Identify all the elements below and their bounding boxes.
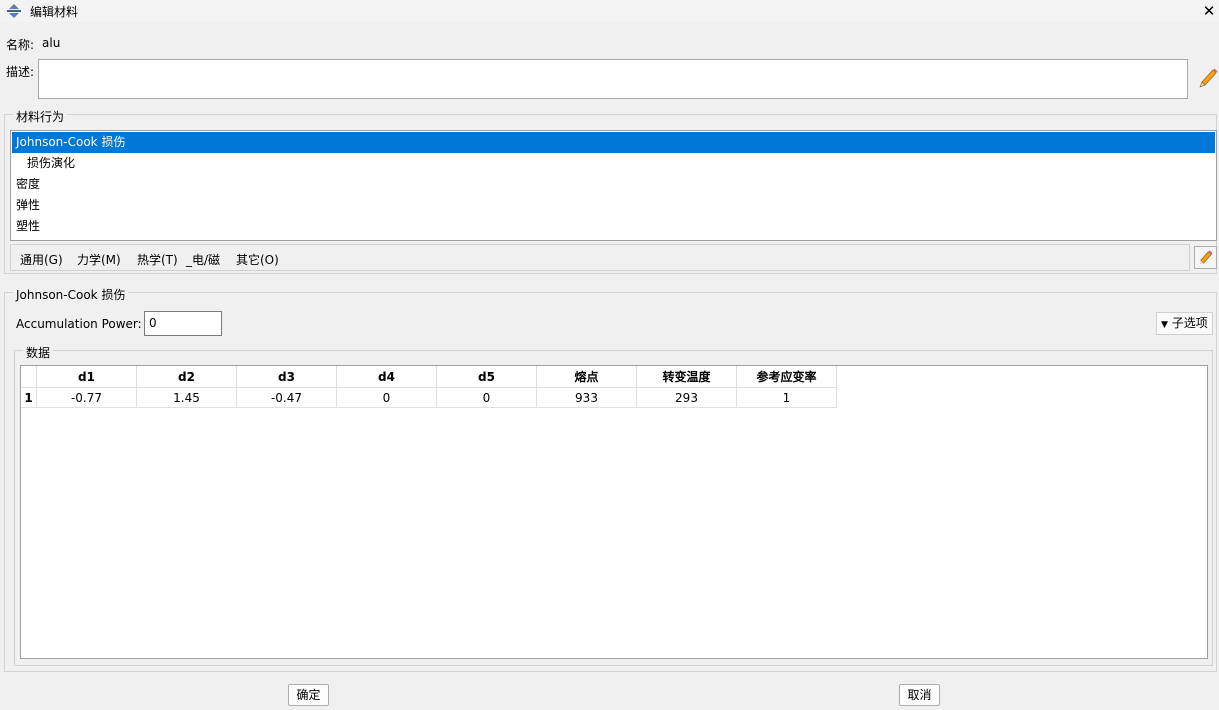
column-header-d1[interactable]: d1: [37, 366, 137, 388]
suboptions-button[interactable]: ▼ 子选项: [1156, 312, 1213, 335]
behavior-item-plastic[interactable]: 塑性: [12, 216, 1215, 237]
accumulation-power-label: Accumulation Power:: [16, 317, 142, 331]
menu-other[interactable]: 其它(O): [236, 251, 279, 268]
table-cell[interactable]: -0.47: [237, 388, 337, 408]
column-header-ref-strain-rate[interactable]: 参考应变率: [737, 366, 837, 388]
column-header-melting-point[interactable]: 熔点: [537, 366, 637, 388]
table-cell[interactable]: 0: [337, 388, 437, 408]
menu-thermal[interactable]: 热学(T): [137, 251, 178, 268]
column-header-d5[interactable]: d5: [437, 366, 537, 388]
behavior-item-damage-evolution[interactable]: 损伤演化: [12, 153, 1215, 174]
accumulation-power-input[interactable]: 0: [144, 311, 222, 336]
behavior-item-elastic[interactable]: 弹性: [12, 195, 1215, 216]
erase-behavior-button[interactable]: [1194, 246, 1217, 269]
behavior-item-jc-damage[interactable]: Johnson-Cook 损伤: [12, 132, 1215, 153]
title-bar: [0, 0, 1219, 22]
behavior-menu-bar: 通用(G) 力学(M) 热学(T) _电/磁 其它(O): [10, 244, 1190, 271]
dropdown-arrow-icon: ▼: [1161, 320, 1168, 330]
column-header-d2[interactable]: d2: [137, 366, 237, 388]
description-field[interactable]: [38, 59, 1188, 99]
window-title: 编辑材料: [30, 5, 79, 19]
app-icon: [7, 4, 21, 18]
jc-section-title: Johnson-Cook 损伤: [13, 286, 129, 303]
menu-mechanical[interactable]: 力学(M): [77, 251, 121, 268]
table-cell[interactable]: 1: [737, 388, 837, 408]
ok-button[interactable]: 确定: [288, 684, 329, 706]
menu-general[interactable]: 通用(G): [20, 251, 63, 268]
column-header-d3[interactable]: d3: [237, 366, 337, 388]
table-cell[interactable]: 933: [537, 388, 637, 408]
table-cell[interactable]: -0.77: [37, 388, 137, 408]
menu-electromagnetic[interactable]: _电/磁: [186, 251, 220, 268]
behavior-group-title: 材料行为: [13, 108, 68, 125]
data-group-title: 数据: [23, 344, 54, 361]
eraser-icon: [1199, 250, 1213, 265]
table-corner: [21, 366, 37, 388]
table-cell[interactable]: 293: [637, 388, 737, 408]
table-cell[interactable]: 1.45: [137, 388, 237, 408]
close-icon[interactable]: ✕: [1199, 1, 1219, 21]
data-table[interactable]: d1 d2 d3 d4 d5 熔点 转变温度 参考应变率 1 -0.77 1.4…: [20, 365, 1208, 659]
name-value: alu: [42, 36, 61, 50]
behavior-list[interactable]: Johnson-Cook 损伤 损伤演化 密度 弹性 塑性: [10, 130, 1217, 241]
suboptions-label: 子选项: [1171, 316, 1208, 330]
table-cell[interactable]: 0: [437, 388, 537, 408]
behavior-item-density[interactable]: 密度: [12, 174, 1215, 195]
column-header-transition-temp[interactable]: 转变温度: [637, 366, 737, 388]
cancel-button[interactable]: 取消: [899, 684, 940, 706]
pencil-icon[interactable]: [1196, 66, 1219, 90]
column-header-d4[interactable]: d4: [337, 366, 437, 388]
row-index: 1: [21, 388, 37, 408]
name-label: 名称:: [6, 38, 35, 52]
description-label: 描述:: [6, 65, 35, 79]
